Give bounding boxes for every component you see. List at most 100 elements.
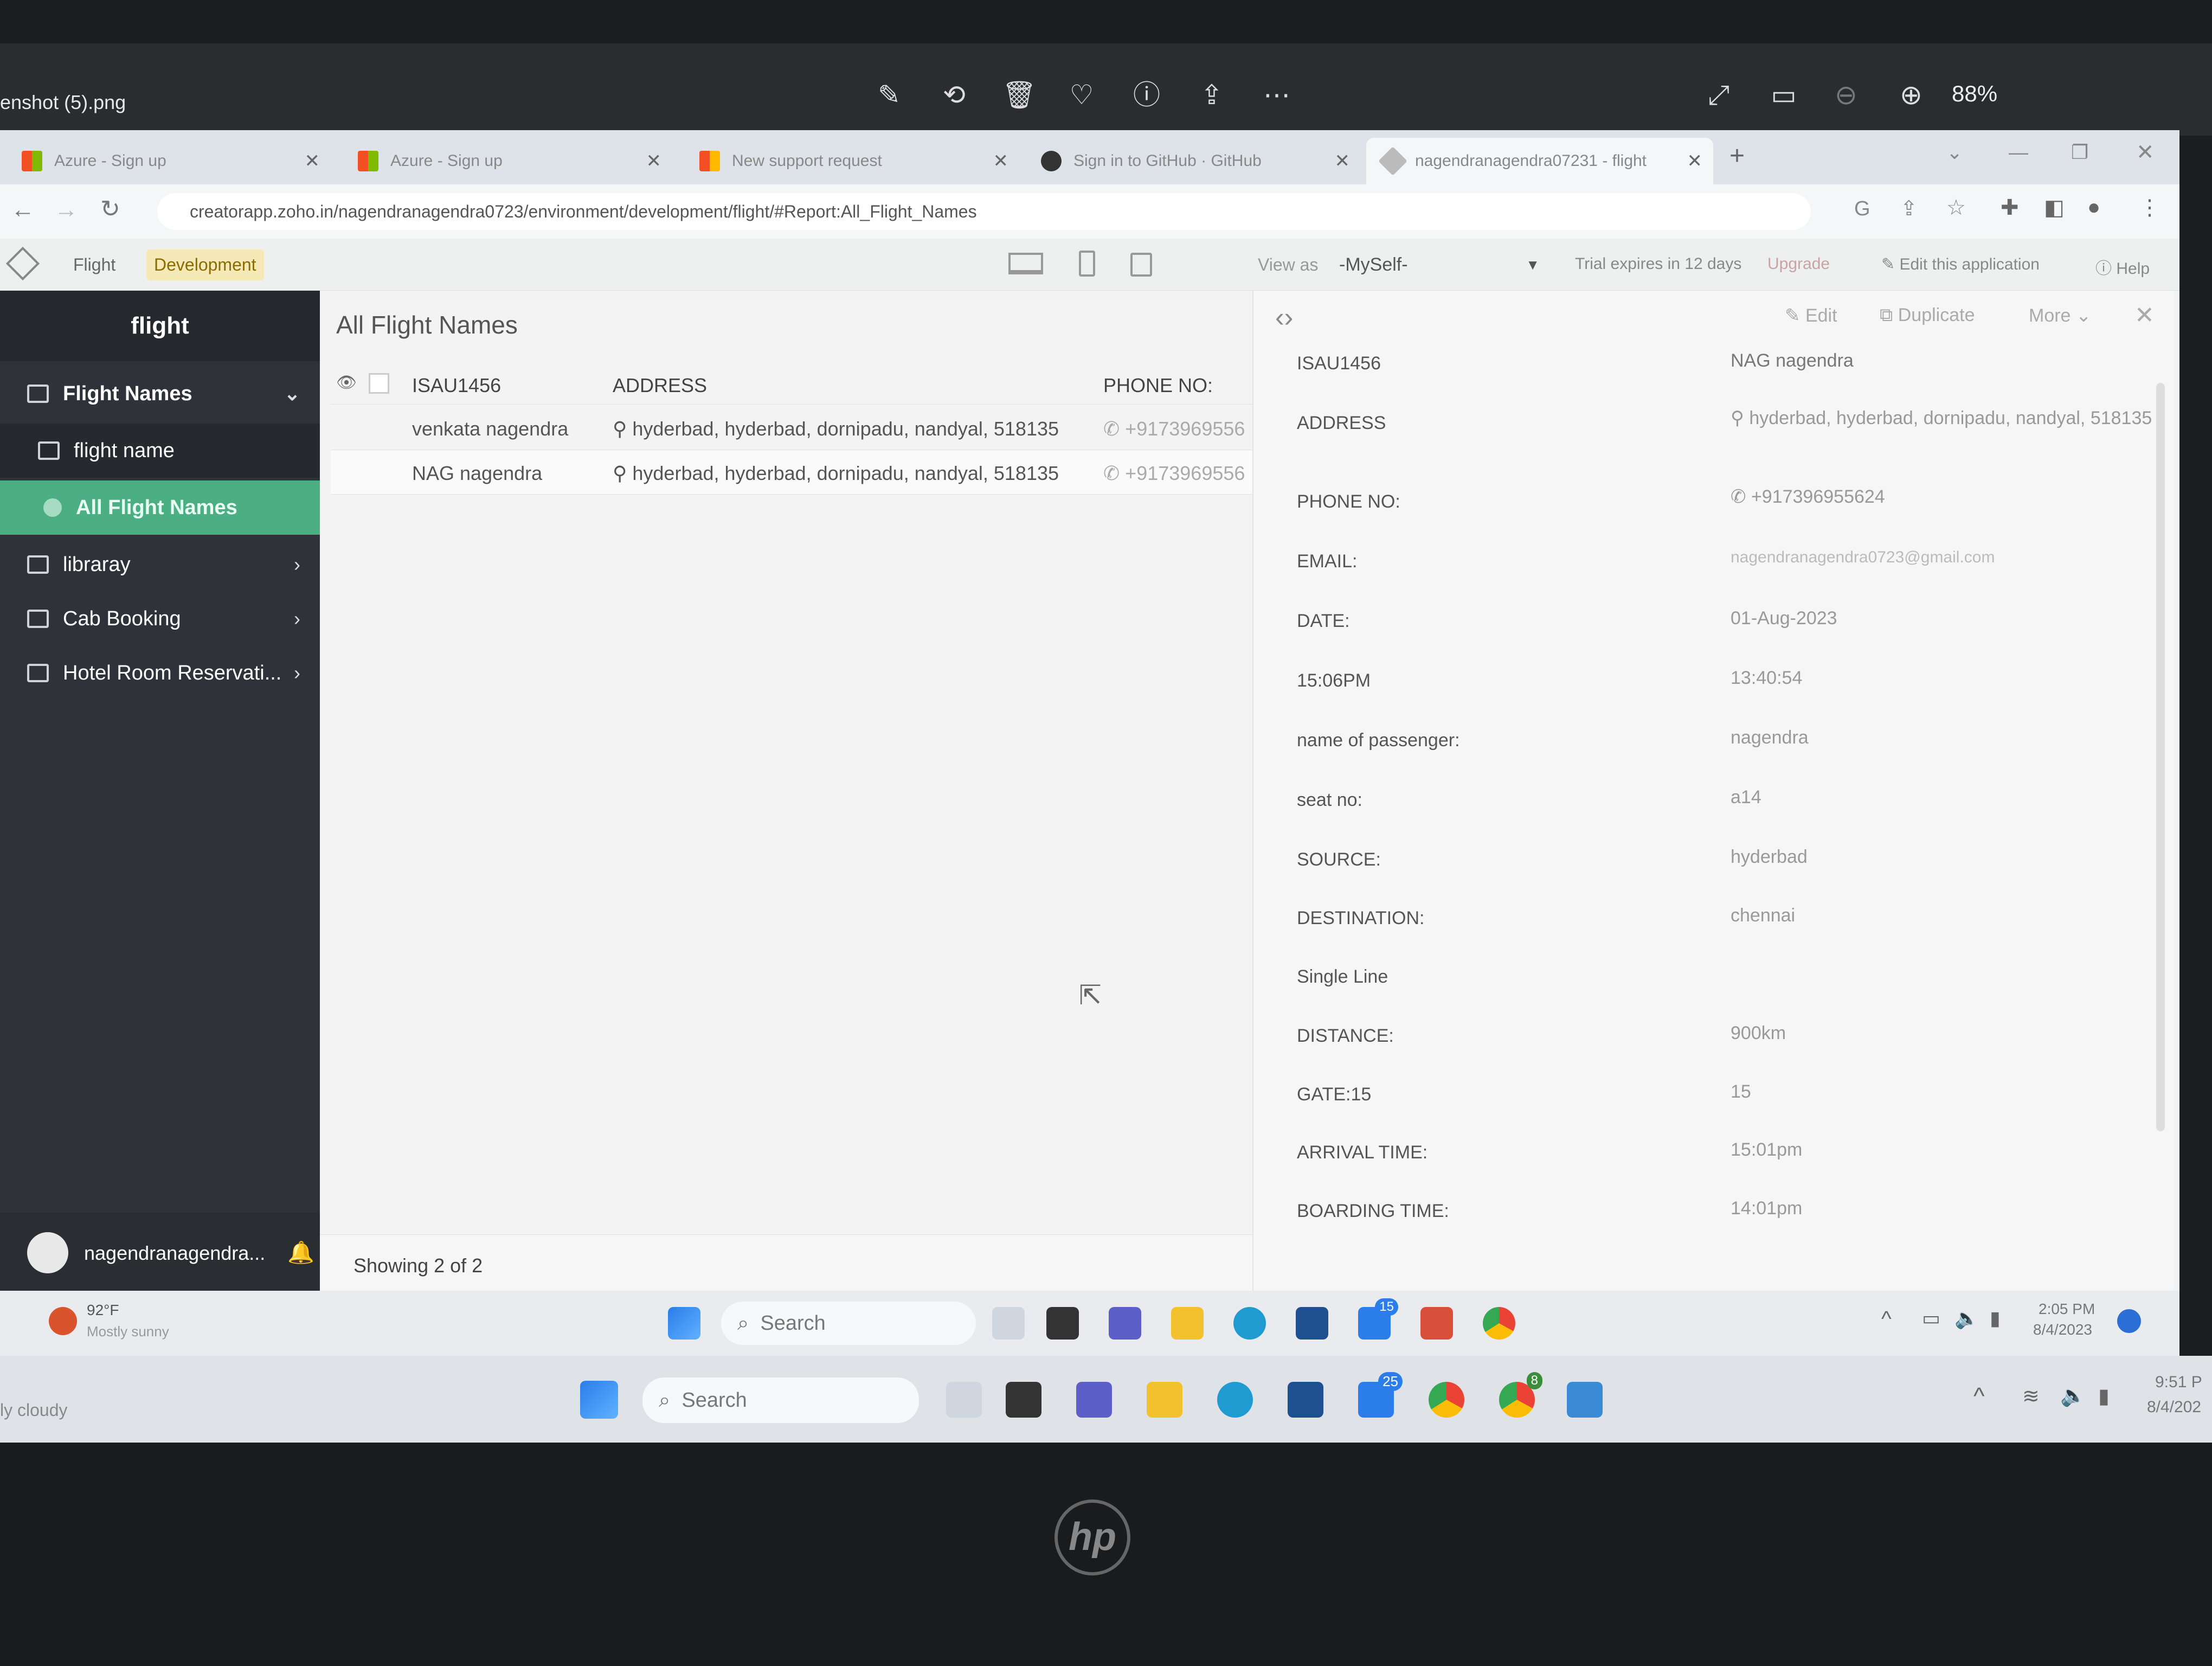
- column-header[interactable]: PHONE NO:: [1103, 374, 1213, 397]
- notification-icon[interactable]: [2117, 1309, 2141, 1333]
- field-value[interactable]: ✆ +917396955624: [1731, 486, 2153, 508]
- tab-azure-1[interactable]: Azure - Sign up ✕: [5, 138, 331, 184]
- clock-date[interactable]: 8/4/2023: [2033, 1321, 2092, 1338]
- menu-icon[interactable]: ⋮: [2139, 195, 2160, 220]
- wifi-icon[interactable]: ≋: [2022, 1384, 2040, 1408]
- bing-icon[interactable]: [992, 1307, 1025, 1340]
- windows-start-icon[interactable]: [580, 1381, 618, 1419]
- sidebar-item-libraray[interactable]: libraray ›: [0, 537, 320, 592]
- tray-chevron-icon[interactable]: ^: [1973, 1383, 1985, 1410]
- clock-date[interactable]: 8/4/202: [2147, 1398, 2201, 1417]
- tab-flight-active[interactable]: nagendranagendra07231 - flight ✕: [1366, 138, 1713, 184]
- task-view-icon[interactable]: [1046, 1307, 1079, 1340]
- help-link[interactable]: ⓘ Help: [2095, 255, 2150, 279]
- email-link[interactable]: nagendranagendra0723@gmail.com: [1731, 548, 2153, 567]
- chat-icon[interactable]: [1109, 1307, 1141, 1340]
- taskbar-search[interactable]: ⌕ Search: [721, 1302, 976, 1345]
- edit-icon[interactable]: ✎: [870, 76, 908, 114]
- forward-icon[interactable]: →: [54, 196, 78, 223]
- battery-icon[interactable]: ▮: [2098, 1384, 2110, 1408]
- table-row[interactable]: venkata nagendra ⚲ hyderbad, hyderbad, d…: [331, 406, 1252, 450]
- column-header[interactable]: ISAU1456: [412, 374, 501, 397]
- chrome-icon[interactable]: [1429, 1382, 1464, 1418]
- back-icon[interactable]: ←: [11, 196, 35, 223]
- chrome-profile-icon[interactable]: 8: [1499, 1372, 1542, 1418]
- edge-icon[interactable]: [1233, 1307, 1266, 1340]
- restore-icon[interactable]: ❐: [2071, 141, 2088, 164]
- mail-icon[interactable]: 25: [1358, 1372, 1403, 1418]
- sidebar-item-flight-name[interactable]: flight name: [0, 424, 320, 478]
- edge-icon[interactable]: [1217, 1382, 1253, 1418]
- user-name[interactable]: nagendranagendra...: [84, 1242, 265, 1265]
- scrollbar[interactable]: [2156, 383, 2165, 1131]
- tab-github[interactable]: Sign in to GitHub · GitHub ✕: [1025, 138, 1361, 184]
- bookmark-star-icon[interactable]: ☆: [1946, 195, 1966, 220]
- extensions-icon[interactable]: ✚: [2001, 195, 2019, 220]
- task-view-icon[interactable]: [1006, 1382, 1041, 1418]
- store-icon[interactable]: [1288, 1382, 1323, 1418]
- bell-icon[interactable]: 🔔: [287, 1240, 314, 1265]
- minimize-icon[interactable]: —: [2009, 141, 2028, 164]
- close-window-icon[interactable]: ✕: [2136, 140, 2155, 165]
- sidepanel-icon[interactable]: ◧: [2044, 195, 2065, 220]
- reload-icon[interactable]: ↻: [100, 195, 120, 223]
- edit-app-link[interactable]: ✎ Edit this application: [1881, 255, 2040, 274]
- heart-icon[interactable]: ♡: [1063, 76, 1101, 114]
- close-tab-icon[interactable]: ✕: [305, 150, 320, 172]
- more-icon[interactable]: ⋯: [1258, 76, 1296, 114]
- battery-icon[interactable]: ▮: [1990, 1307, 2001, 1330]
- eye-icon[interactable]: 👁: [336, 373, 357, 392]
- tab-search-icon[interactable]: ⌄: [1946, 141, 1963, 164]
- clock-time[interactable]: 9:51 P: [2155, 1373, 2202, 1392]
- table-row[interactable]: NAG nagendra ⚲ hyderbad, hyderbad, dorni…: [331, 450, 1252, 495]
- trash-icon[interactable]: 🗑: [1000, 76, 1038, 114]
- more-button[interactable]: More ⌄: [2029, 305, 2091, 326]
- bing-icon[interactable]: [946, 1382, 982, 1418]
- upgrade-link[interactable]: Upgrade: [1767, 255, 1830, 273]
- edit-record-button[interactable]: ✎ Edit: [1785, 305, 1837, 326]
- tab-support[interactable]: New support request ✕: [683, 138, 1019, 184]
- sidebar-item-all-flight-names[interactable]: All Flight Names: [0, 480, 320, 535]
- duplicate-button[interactable]: ⧉ Duplicate: [1880, 305, 1975, 326]
- share-page-icon[interactable]: ⇪: [1900, 196, 1918, 221]
- environment-badge[interactable]: Development: [146, 249, 264, 280]
- rotate-icon[interactable]: ⟲: [935, 76, 973, 114]
- mobile-view-icon[interactable]: [1130, 253, 1152, 277]
- close-tab-icon[interactable]: ✕: [993, 150, 1009, 172]
- close-detail-icon[interactable]: ✕: [2134, 302, 2155, 329]
- close-tab-icon[interactable]: ✕: [1335, 150, 1351, 172]
- profile-icon[interactable]: ●: [2087, 195, 2100, 220]
- volume-icon[interactable]: 🔈: [1954, 1307, 1979, 1330]
- select-all-checkbox[interactable]: [369, 373, 389, 394]
- file-explorer-icon[interactable]: [1171, 1307, 1204, 1340]
- windows-start-icon[interactable]: [668, 1307, 700, 1340]
- tray-chevron-icon[interactable]: ^: [1881, 1307, 1892, 1331]
- new-tab-button[interactable]: +: [1729, 141, 1745, 171]
- cell-phone[interactable]: ✆ +9173969556: [1103, 418, 1250, 440]
- avatar[interactable]: [27, 1232, 68, 1273]
- sidebar-item-hotel-room[interactable]: Hotel Room Reservati... ›: [0, 646, 320, 700]
- taskbar-search[interactable]: ⌕ Search: [642, 1377, 919, 1423]
- info-icon[interactable]: ⓘ: [1128, 76, 1166, 114]
- store-icon[interactable]: [1296, 1307, 1328, 1340]
- tab-azure-2[interactable]: Azure - Sign up ✕: [342, 138, 672, 184]
- sidebar-item-flight-names[interactable]: Flight Names ⌄: [0, 367, 320, 421]
- close-tab-icon[interactable]: ✕: [646, 150, 662, 172]
- breadcrumb-app[interactable]: Flight: [73, 255, 115, 275]
- zoom-in-icon[interactable]: ⊕: [1892, 76, 1930, 114]
- network-icon[interactable]: ▭: [1922, 1307, 1940, 1330]
- zoom-out-icon[interactable]: ⊖: [1827, 76, 1865, 114]
- tablet-view-icon[interactable]: [1079, 251, 1095, 277]
- file-explorer-icon[interactable]: [1147, 1382, 1182, 1418]
- chrome-icon[interactable]: [1483, 1307, 1515, 1340]
- sidebar-item-cab-booking[interactable]: Cab Booking ›: [0, 592, 320, 646]
- office-icon[interactable]: [1420, 1307, 1453, 1340]
- zoho-creator-logo-icon[interactable]: [5, 246, 40, 281]
- mail-icon[interactable]: 15: [1358, 1298, 1398, 1340]
- chat-icon[interactable]: [1076, 1382, 1112, 1418]
- url-input[interactable]: creatorapp.zoho.in/nagendranagendra0723/…: [157, 193, 1811, 230]
- expand-icon[interactable]: ⤢: [1700, 76, 1738, 114]
- volume-icon[interactable]: 🔈: [2060, 1384, 2086, 1408]
- weather-icon[interactable]: [49, 1307, 77, 1335]
- google-icon[interactable]: G: [1854, 197, 1870, 221]
